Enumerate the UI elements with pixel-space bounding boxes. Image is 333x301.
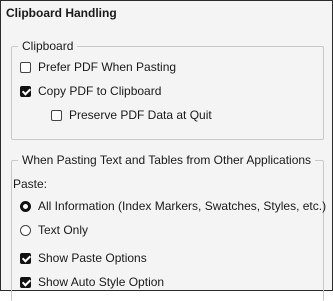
preserve-pdf-checkbox[interactable]: Preserve PDF Data at Quit: [51, 108, 212, 122]
clipboard-handling-panel: Clipboard Handling Clipboard Prefer PDF …: [0, 0, 333, 301]
all-information-radio[interactable]: All Information (Index Markers, Swatches…: [20, 199, 326, 213]
all-information-label: All Information (Index Markers, Swatches…: [38, 199, 327, 213]
prefer-pdf-label: Prefer PDF When Pasting: [38, 60, 177, 74]
checkbox-unchecked-icon[interactable]: [20, 61, 31, 73]
copy-pdf-label: Copy PDF to Clipboard: [38, 84, 162, 98]
radio-unselected-icon[interactable]: [20, 224, 31, 236]
preserve-pdf-label: Preserve PDF Data at Quit: [69, 108, 212, 122]
show-auto-style-checkbox[interactable]: Show Auto Style Option: [20, 275, 164, 289]
checkbox-checked-icon[interactable]: [20, 276, 31, 288]
text-only-radio[interactable]: Text Only: [20, 223, 88, 237]
show-auto-style-label: Show Auto Style Option: [38, 275, 165, 289]
checkbox-checked-icon[interactable]: [20, 252, 31, 264]
panel-title: Clipboard Handling: [6, 6, 117, 20]
show-paste-options-label: Show Paste Options: [38, 251, 147, 265]
checkbox-unchecked-icon[interactable]: [51, 109, 62, 121]
copy-pdf-checkbox[interactable]: Copy PDF to Clipboard: [20, 84, 161, 98]
radio-selected-icon[interactable]: [20, 200, 31, 212]
checkbox-checked-icon[interactable]: [20, 85, 31, 97]
text-only-label: Text Only: [38, 223, 89, 237]
clipboard-group-legend: Clipboard: [18, 39, 78, 53]
prefer-pdf-checkbox[interactable]: Prefer PDF When Pasting: [20, 60, 176, 74]
paste-label: Paste:: [13, 177, 48, 191]
paste-group-legend: When Pasting Text and Tables from Other …: [18, 153, 316, 167]
show-paste-options-checkbox[interactable]: Show Paste Options: [20, 251, 147, 265]
